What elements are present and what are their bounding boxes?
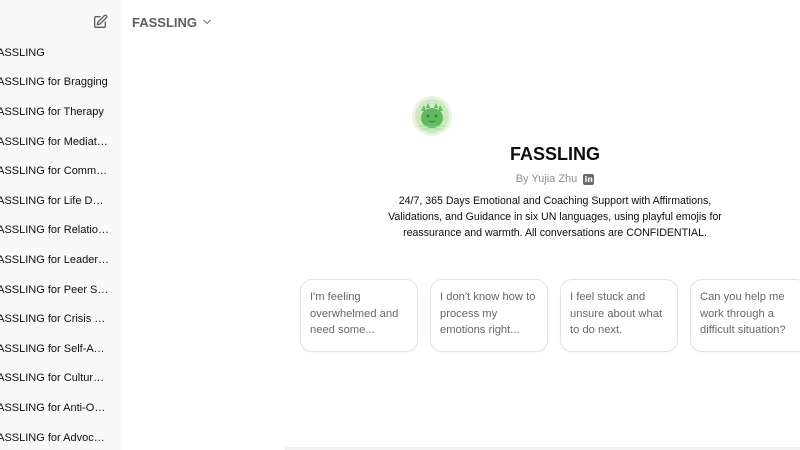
sidebar: FASSLING FASSLING for Bragging FASSLING … (0, 0, 123, 450)
chevron-down-icon (202, 17, 212, 27)
sidebar-item-label: FASSLING (0, 46, 45, 59)
sidebar-item-label: FASSLING for Community (0, 165, 109, 178)
sidebar-item[interactable]: FASSLING for Mediation (0, 127, 123, 157)
model-name: FASSLING (132, 14, 198, 30)
sidebar-item-label: FASSLING for Therapy (0, 105, 104, 118)
sidebar-item[interactable]: FASSLING for Relationships (0, 216, 123, 246)
starter-card[interactable]: I don't know how to process my emotions … (430, 279, 548, 352)
sidebar-item[interactable]: FASSLING for Bragging (0, 68, 123, 98)
starter-card[interactable]: Can you help me work through a difficult… (690, 279, 800, 352)
sidebar-item-label: FASSLING for Cultural Sensitivity (0, 372, 109, 385)
sidebar-item[interactable]: FASSLING for Cultural Sensitivity (0, 364, 123, 394)
gpt-description: 24/7, 365 Days Emotional and Coaching Su… (388, 195, 722, 239)
gpt-avatar (412, 96, 452, 136)
sidebar-item[interactable]: FASSLING for Life Design (0, 186, 123, 216)
top-bar: FASSLING (123, 0, 800, 44)
author-text: By Yujia Zhu (515, 173, 578, 185)
sidebar-item[interactable]: FASSLING (0, 38, 123, 68)
sidebar-item-label: FASSLING for Relationships (0, 224, 109, 237)
sidebar-item-label: FASSLING for Mediation (0, 135, 109, 148)
sidebar-item[interactable]: FASSLING for Peer Support (0, 275, 123, 305)
starter-card[interactable]: I feel stuck and unsure about what to do… (560, 279, 678, 352)
sidebar-item-label: FASSLING for Anti-Oppression (0, 401, 109, 414)
sidebar-item-label: FASSLING for Life Design (0, 194, 109, 207)
sidebar-item[interactable]: FASSLING for Anti-Oppression (0, 393, 123, 423)
sidebar-gpt-list: FASSLING FASSLING for Bragging FASSLING … (0, 38, 123, 450)
sidebar-item-label: FASSLING for Leadership (0, 253, 109, 266)
conversation-starters: I'm feeling overwhelmed and need some...… (300, 279, 800, 352)
sidebar-item-label: FASSLING for Peer Support (0, 283, 109, 296)
sidebar-item-label: FASSLING for Self-Awareness (0, 342, 109, 355)
sidebar-item[interactable]: FASSLING for Crisis Management (0, 304, 123, 334)
sidebar-item-label: FASSLING for Bragging (0, 76, 108, 89)
sidebar-item[interactable]: FASSLING for Self-Awareness (0, 334, 123, 364)
linkedin-icon[interactable]: in (583, 173, 595, 185)
starter-card[interactable]: I'm feeling overwhelmed and need some... (300, 279, 418, 352)
gpt-title: FASSLING (509, 144, 600, 164)
new-chat-button[interactable] (90, 12, 110, 32)
gpt-byline: By Yujia Zhu in (280, 173, 800, 185)
new-chat-edit-icon (94, 14, 108, 28)
sidebar-item[interactable]: FASSLING for Leadership (0, 245, 123, 275)
sidebar-item-label: FASSLING for Advocacy (0, 431, 109, 444)
sidebar-item[interactable]: FASSLING for Advocacy (0, 423, 123, 450)
model-switcher[interactable]: FASSLING (132, 15, 212, 30)
sidebar-item-label: FASSLING for Crisis Management (0, 313, 109, 326)
sidebar-item[interactable]: FASSLING for Therapy (0, 97, 123, 127)
sidebar-item[interactable]: FASSLING for Community (0, 156, 123, 186)
